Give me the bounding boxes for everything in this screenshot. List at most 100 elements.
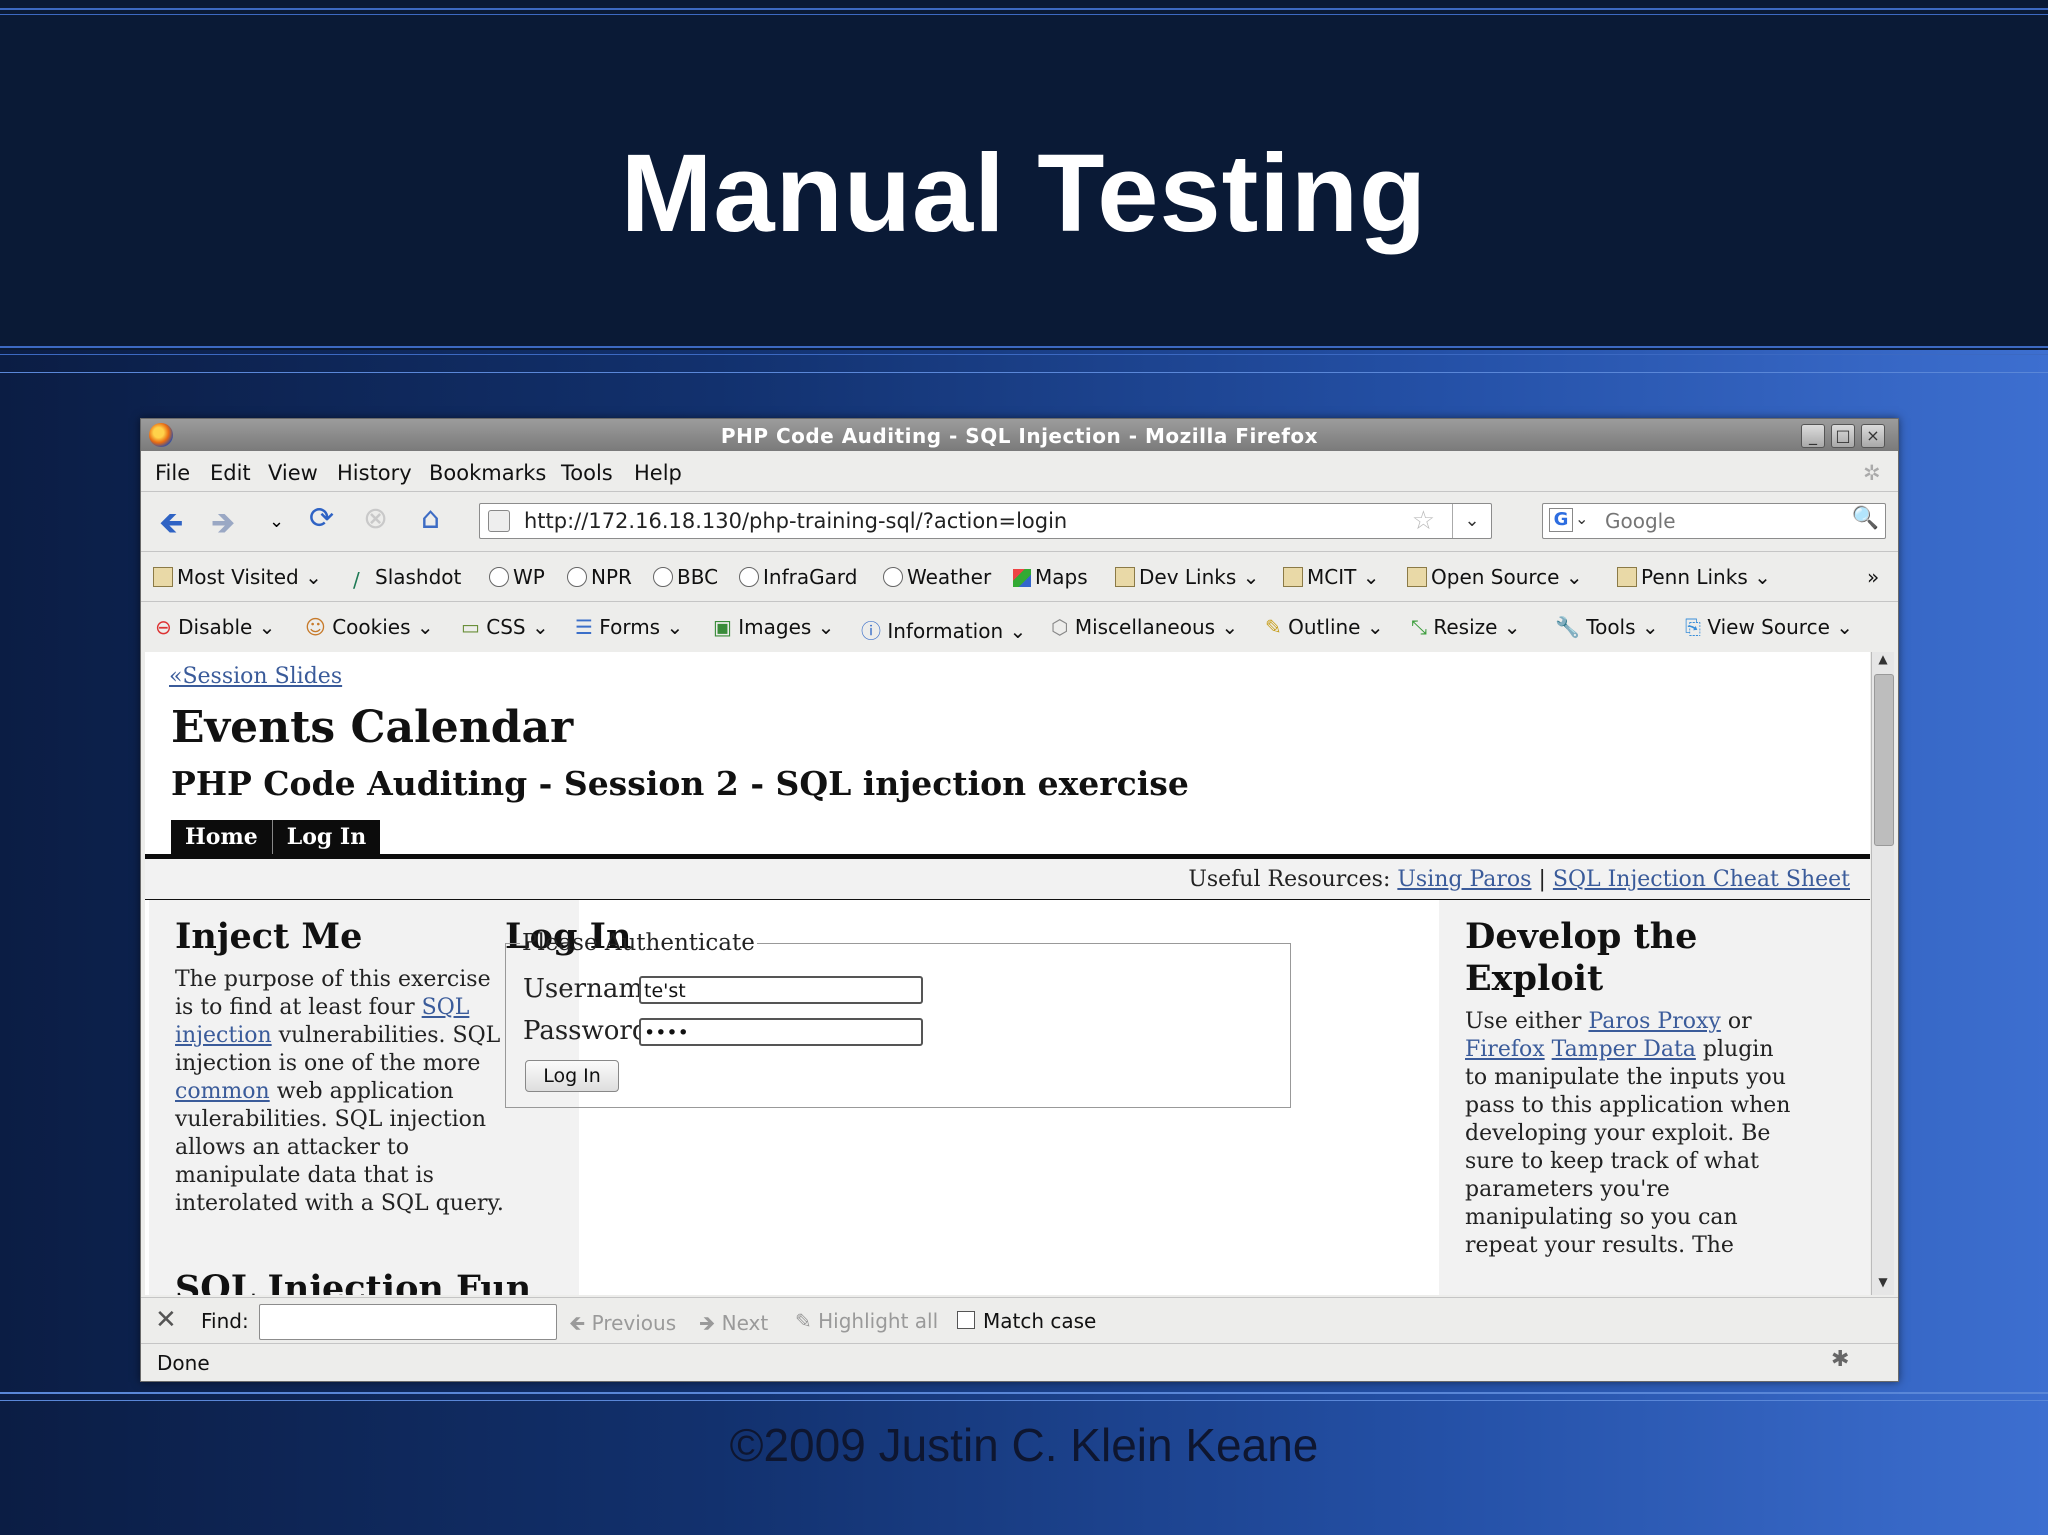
tab-home[interactable]: Home bbox=[171, 820, 273, 854]
menu-file[interactable]: File bbox=[155, 461, 190, 485]
sql-injection-fun-title: SQL Injection Fun bbox=[175, 1268, 532, 1295]
wd-resize-menu[interactable]: ⤡ Resize ⌄ bbox=[1411, 615, 1521, 639]
close-button[interactable]: × bbox=[1861, 424, 1885, 448]
url-dropdown-icon[interactable]: ⌄ bbox=[1452, 504, 1491, 538]
stop-icon[interactable]: ⊗ bbox=[363, 501, 388, 536]
menu-history[interactable]: History bbox=[337, 461, 412, 485]
text-line: is to find at least four bbox=[175, 995, 415, 1020]
bookmark-slashdot[interactable]: / Slashdot bbox=[353, 565, 461, 592]
outline-icon: ✎ bbox=[1265, 615, 1282, 639]
home-icon[interactable]: ⌂ bbox=[421, 501, 440, 536]
bookmark-npr[interactable]: NPR bbox=[567, 565, 632, 589]
url-bar[interactable]: http://172.16.18.130/php-training-sql/?a… bbox=[479, 503, 1492, 539]
bookmark-dev-links[interactable]: Dev Links ⌄ bbox=[1115, 565, 1259, 589]
wd-label: Information bbox=[887, 619, 1004, 643]
username-field[interactable]: te'st bbox=[639, 976, 923, 1004]
text-line: vulnerabilities. SQL bbox=[278, 1023, 501, 1048]
reload-icon[interactable]: ⟳ bbox=[309, 501, 334, 536]
password-field[interactable]: •••• bbox=[639, 1018, 923, 1046]
sql-link[interactable]: SQL bbox=[422, 995, 470, 1020]
menu-view[interactable]: View bbox=[268, 461, 318, 485]
bookmark-mcit[interactable]: MCIT ⌄ bbox=[1283, 565, 1379, 589]
login-button[interactable]: Log In bbox=[525, 1060, 619, 1092]
menu-tools[interactable]: Tools bbox=[561, 461, 613, 485]
url-text[interactable]: http://172.16.18.130/php-training-sql/?a… bbox=[524, 509, 1067, 533]
match-case-checkbox[interactable] bbox=[957, 1311, 975, 1329]
slashdot-icon: / bbox=[353, 568, 360, 592]
firefox-link[interactable]: Firefox bbox=[1465, 1037, 1545, 1062]
folder-icon bbox=[1283, 567, 1303, 587]
bookmark-most-visited[interactable]: Most Visited ⌄ bbox=[153, 565, 322, 589]
close-find-icon[interactable]: ✕ bbox=[155, 1305, 177, 1335]
wd-css-menu[interactable]: ▭ CSS ⌄ bbox=[461, 615, 549, 639]
find-next-button[interactable]: 🡺 Next bbox=[699, 1309, 768, 1343]
next-label: Next bbox=[721, 1311, 769, 1335]
paros-proxy-link[interactable]: Paros Proxy bbox=[1588, 1009, 1720, 1034]
search-icon[interactable]: 🔍 bbox=[1852, 506, 1879, 531]
page-title: Events Calendar bbox=[171, 702, 574, 753]
scroll-up-icon[interactable]: ▲ bbox=[1872, 652, 1894, 672]
highlight-all-button[interactable]: ✎ Highlight all bbox=[795, 1309, 938, 1333]
wd-tools-menu[interactable]: 🔧 Tools ⌄ bbox=[1555, 615, 1659, 639]
scrollbar-thumb[interactable] bbox=[1874, 674, 1894, 846]
slide-title: Manual Testing bbox=[620, 132, 1428, 255]
menu-help[interactable]: Help bbox=[634, 461, 682, 485]
bookmark-infragard[interactable]: InfraGard bbox=[739, 565, 857, 589]
authenticate-legend: Please Authenticate bbox=[522, 930, 755, 956]
tab-log-in[interactable]: Log In bbox=[273, 820, 380, 854]
bookmark-open-source[interactable]: Open Source ⌄ bbox=[1407, 565, 1583, 589]
resize-icon: ⤡ bbox=[1411, 615, 1427, 639]
bookmarks-overflow-button[interactable]: » bbox=[1867, 565, 1879, 589]
title-line: Develop the bbox=[1465, 916, 1698, 957]
vertical-scrollbar[interactable]: ▲ ▼ bbox=[1871, 652, 1894, 1295]
sql-cheat-sheet-link[interactable]: SQL Injection Cheat Sheet bbox=[1553, 867, 1850, 892]
history-dropdown-icon[interactable]: ⌄ bbox=[269, 511, 284, 532]
site-identity-icon[interactable] bbox=[488, 510, 510, 532]
wd-disable-menu[interactable]: ⊖ Disable ⌄ bbox=[155, 615, 275, 639]
forward-arrow-icon[interactable]: 🡺 bbox=[211, 501, 235, 552]
wd-miscellaneous-menu[interactable]: ⬡ Miscellaneous ⌄ bbox=[1051, 615, 1238, 639]
find-previous-button[interactable]: 🡸 Previous bbox=[569, 1309, 676, 1343]
menu-edit[interactable]: Edit bbox=[210, 461, 251, 485]
bookmark-bbc[interactable]: BBC bbox=[653, 565, 718, 589]
page-subtitle: PHP Code Auditing - Session 2 - SQL inje… bbox=[171, 764, 1189, 803]
find-bar: ✕ Find: 🡸 Previous 🡺 Next ✎ Highlight al… bbox=[141, 1299, 1898, 1343]
wd-images-menu[interactable]: ▣ Images ⌄ bbox=[713, 615, 834, 639]
find-label: Find: bbox=[201, 1309, 249, 1333]
wd-view-source-menu[interactable]: ⎘ View Source ⌄ bbox=[1685, 615, 1853, 639]
bookmark-weather[interactable]: Weather bbox=[883, 565, 991, 589]
inject-me-title: Inject Me bbox=[175, 916, 363, 957]
common-link[interactable]: common bbox=[175, 1079, 270, 1104]
wd-information-menu[interactable]: ⓘ Information ⌄ bbox=[861, 615, 1026, 644]
search-box[interactable]: G ⌄ 🔍 bbox=[1542, 503, 1886, 539]
feed-icon bbox=[567, 567, 587, 587]
tamper-data-link[interactable]: Tamper Data bbox=[1552, 1037, 1696, 1062]
addon-bug-icon[interactable]: ✱ bbox=[1831, 1347, 1849, 1372]
minimize-button[interactable]: _ bbox=[1801, 424, 1825, 448]
miscellaneous-icon: ⬡ bbox=[1051, 615, 1069, 639]
bookmark-penn-links[interactable]: Penn Links ⌄ bbox=[1617, 565, 1771, 589]
bookmark-star-icon[interactable]: ☆ bbox=[1412, 506, 1435, 536]
folder-icon bbox=[153, 567, 173, 587]
wd-forms-menu[interactable]: ☰ Forms ⌄ bbox=[575, 615, 683, 639]
engine-dropdown-icon[interactable]: ⌄ bbox=[1575, 509, 1588, 528]
bookmark-maps[interactable]: Maps bbox=[1013, 565, 1088, 589]
divider bbox=[0, 1400, 2048, 1401]
feed-icon bbox=[739, 567, 759, 587]
using-paros-link[interactable]: Using Paros bbox=[1397, 867, 1531, 892]
injection-link[interactable]: injection bbox=[175, 1023, 272, 1048]
text-line: to manipulate the inputs you bbox=[1465, 1065, 1786, 1090]
session-slides-link[interactable]: «Session Slides bbox=[169, 664, 342, 689]
back-arrow-icon[interactable]: 🡸 bbox=[159, 501, 183, 552]
find-input[interactable] bbox=[259, 1304, 557, 1340]
bookmark-wp[interactable]: WP bbox=[489, 565, 545, 589]
scroll-down-icon[interactable]: ▼ bbox=[1872, 1275, 1894, 1295]
bookmark-label: MCIT bbox=[1307, 565, 1357, 589]
search-input[interactable] bbox=[1603, 507, 1847, 535]
menu-bookmarks[interactable]: Bookmarks bbox=[429, 461, 546, 485]
wd-cookies-menu[interactable]: ☺ Cookies ⌄ bbox=[305, 615, 434, 639]
wd-outline-menu[interactable]: ✎ Outline ⌄ bbox=[1265, 615, 1384, 639]
maximize-button[interactable]: □ bbox=[1831, 424, 1855, 448]
google-engine-icon[interactable]: G bbox=[1549, 508, 1573, 532]
window-titlebar[interactable]: PHP Code Auditing - SQL Injection - Mozi… bbox=[141, 419, 1898, 451]
